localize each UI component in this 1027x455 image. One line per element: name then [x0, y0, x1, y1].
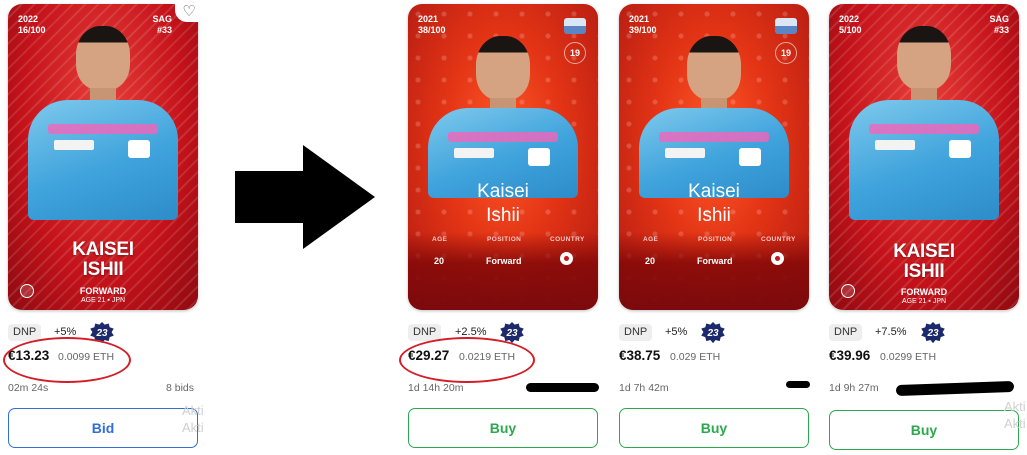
bonus-percent: +7.5%	[875, 326, 907, 338]
card-club: SAG #33	[152, 14, 172, 35]
buy-button[interactable]: Buy	[829, 410, 1019, 450]
status-chip: DNP	[829, 324, 863, 341]
player-card-image[interactable]: 2022 16/100 SAG #33 KAISEI ISHII FORWARD AG…	[8, 4, 198, 310]
position-label: POSITION	[698, 236, 733, 243]
player-card-image[interactable]: 2021 38/100 19 Kaisei Ishii AGE POSITION C…	[408, 4, 598, 310]
player-card-image[interactable]: 2022 5/100 SAG #33 KAISEI ISHII FORWARD AGE…	[829, 4, 1019, 310]
status-chip: DNP	[8, 324, 42, 341]
soccer-ball-icon	[841, 284, 855, 298]
japan-flag-icon	[560, 252, 573, 265]
position-value: Forward	[486, 256, 522, 266]
price-highlight-circle	[3, 337, 131, 383]
price-eur: €39.96	[829, 348, 871, 363]
bid-button[interactable]: Bid	[8, 408, 198, 448]
watermark-text: Akti Akti	[182, 403, 204, 435]
time-left: 1d 7h 42m	[619, 382, 669, 394]
age-label: AGE	[432, 236, 448, 243]
age-value: 20	[645, 256, 656, 266]
price-eur: €38.75	[619, 348, 661, 363]
card-year: 2022 16/100	[18, 14, 46, 35]
player-name: Kaisei Ishii	[477, 181, 529, 226]
card-meta: DNP +5% 23	[619, 322, 814, 344]
player-jersey	[28, 100, 178, 220]
card-year: 2021 39/100	[629, 14, 657, 35]
player-age-country: AGE 21 ▪ JPN	[901, 298, 947, 305]
card-meta: DNP +7.5% 23	[829, 322, 1024, 344]
redaction-mark	[786, 381, 810, 388]
time-left: 1d 9h 27m	[829, 382, 879, 394]
country-label: COUNTRY	[761, 236, 796, 243]
bid-count: 8 bids	[166, 382, 195, 394]
player-head	[897, 26, 951, 90]
player-head	[687, 36, 741, 100]
player-head	[476, 36, 530, 100]
price-eth: 0.029 ETH	[670, 351, 721, 363]
card-tile-1: 2022 16/100 SAG #33 KAISEI ISHII FORWARD AG…	[8, 0, 208, 455]
watermark-text: Akti Akti	[1004, 399, 1026, 431]
status-chip: DNP	[619, 324, 653, 341]
position-label: POSITION	[487, 236, 522, 243]
card-year: 2022 5/100	[839, 14, 862, 35]
right-arrow-icon	[235, 145, 375, 249]
score-badge: 23	[921, 322, 945, 344]
position-value: Forward	[697, 256, 733, 266]
bonus-percent: +5%	[665, 326, 688, 338]
card-year: 2021 38/100	[418, 14, 446, 35]
heart-icon[interactable]: ♡	[175, 0, 203, 22]
shirt-number: 19	[564, 42, 586, 64]
player-name: KAISEI ISHII	[893, 241, 955, 282]
card-club: SAG #33	[989, 14, 1009, 35]
player-name: KAISEI ISHII	[72, 239, 134, 280]
price-eth: 0.0299 ETH	[880, 351, 937, 363]
age-value: 20	[434, 256, 445, 266]
time-left: 02m 24s	[8, 382, 49, 394]
time-left: 1d 14h 20m	[408, 382, 464, 394]
player-card-image[interactable]: 2021 39/100 19 Kaisei Ishii AGE POSITION C…	[619, 4, 809, 310]
japan-flag-icon	[771, 252, 784, 265]
card-stats-band	[408, 232, 598, 310]
card-stats-band	[619, 232, 809, 310]
soccer-ball-icon	[20, 284, 34, 298]
redaction-mark	[526, 383, 599, 392]
club-logo-icon	[775, 18, 797, 34]
age-label: AGE	[643, 236, 659, 243]
shirt-number: 19	[775, 42, 797, 64]
price-highlight-circle	[399, 337, 535, 383]
player-name: Kaisei Ishii	[688, 181, 740, 226]
player-head	[76, 26, 130, 90]
score-badge: 23	[701, 322, 725, 344]
player-age-country: AGE 21 ▪ JPN	[80, 297, 126, 304]
buy-button[interactable]: Buy	[408, 408, 598, 448]
club-logo-icon	[564, 18, 586, 34]
player-jersey	[849, 100, 999, 220]
country-label: COUNTRY	[550, 236, 585, 243]
player-position: FORWARD	[900, 287, 948, 297]
player-position: FORWARD	[79, 286, 127, 296]
buy-button[interactable]: Buy	[619, 408, 809, 448]
